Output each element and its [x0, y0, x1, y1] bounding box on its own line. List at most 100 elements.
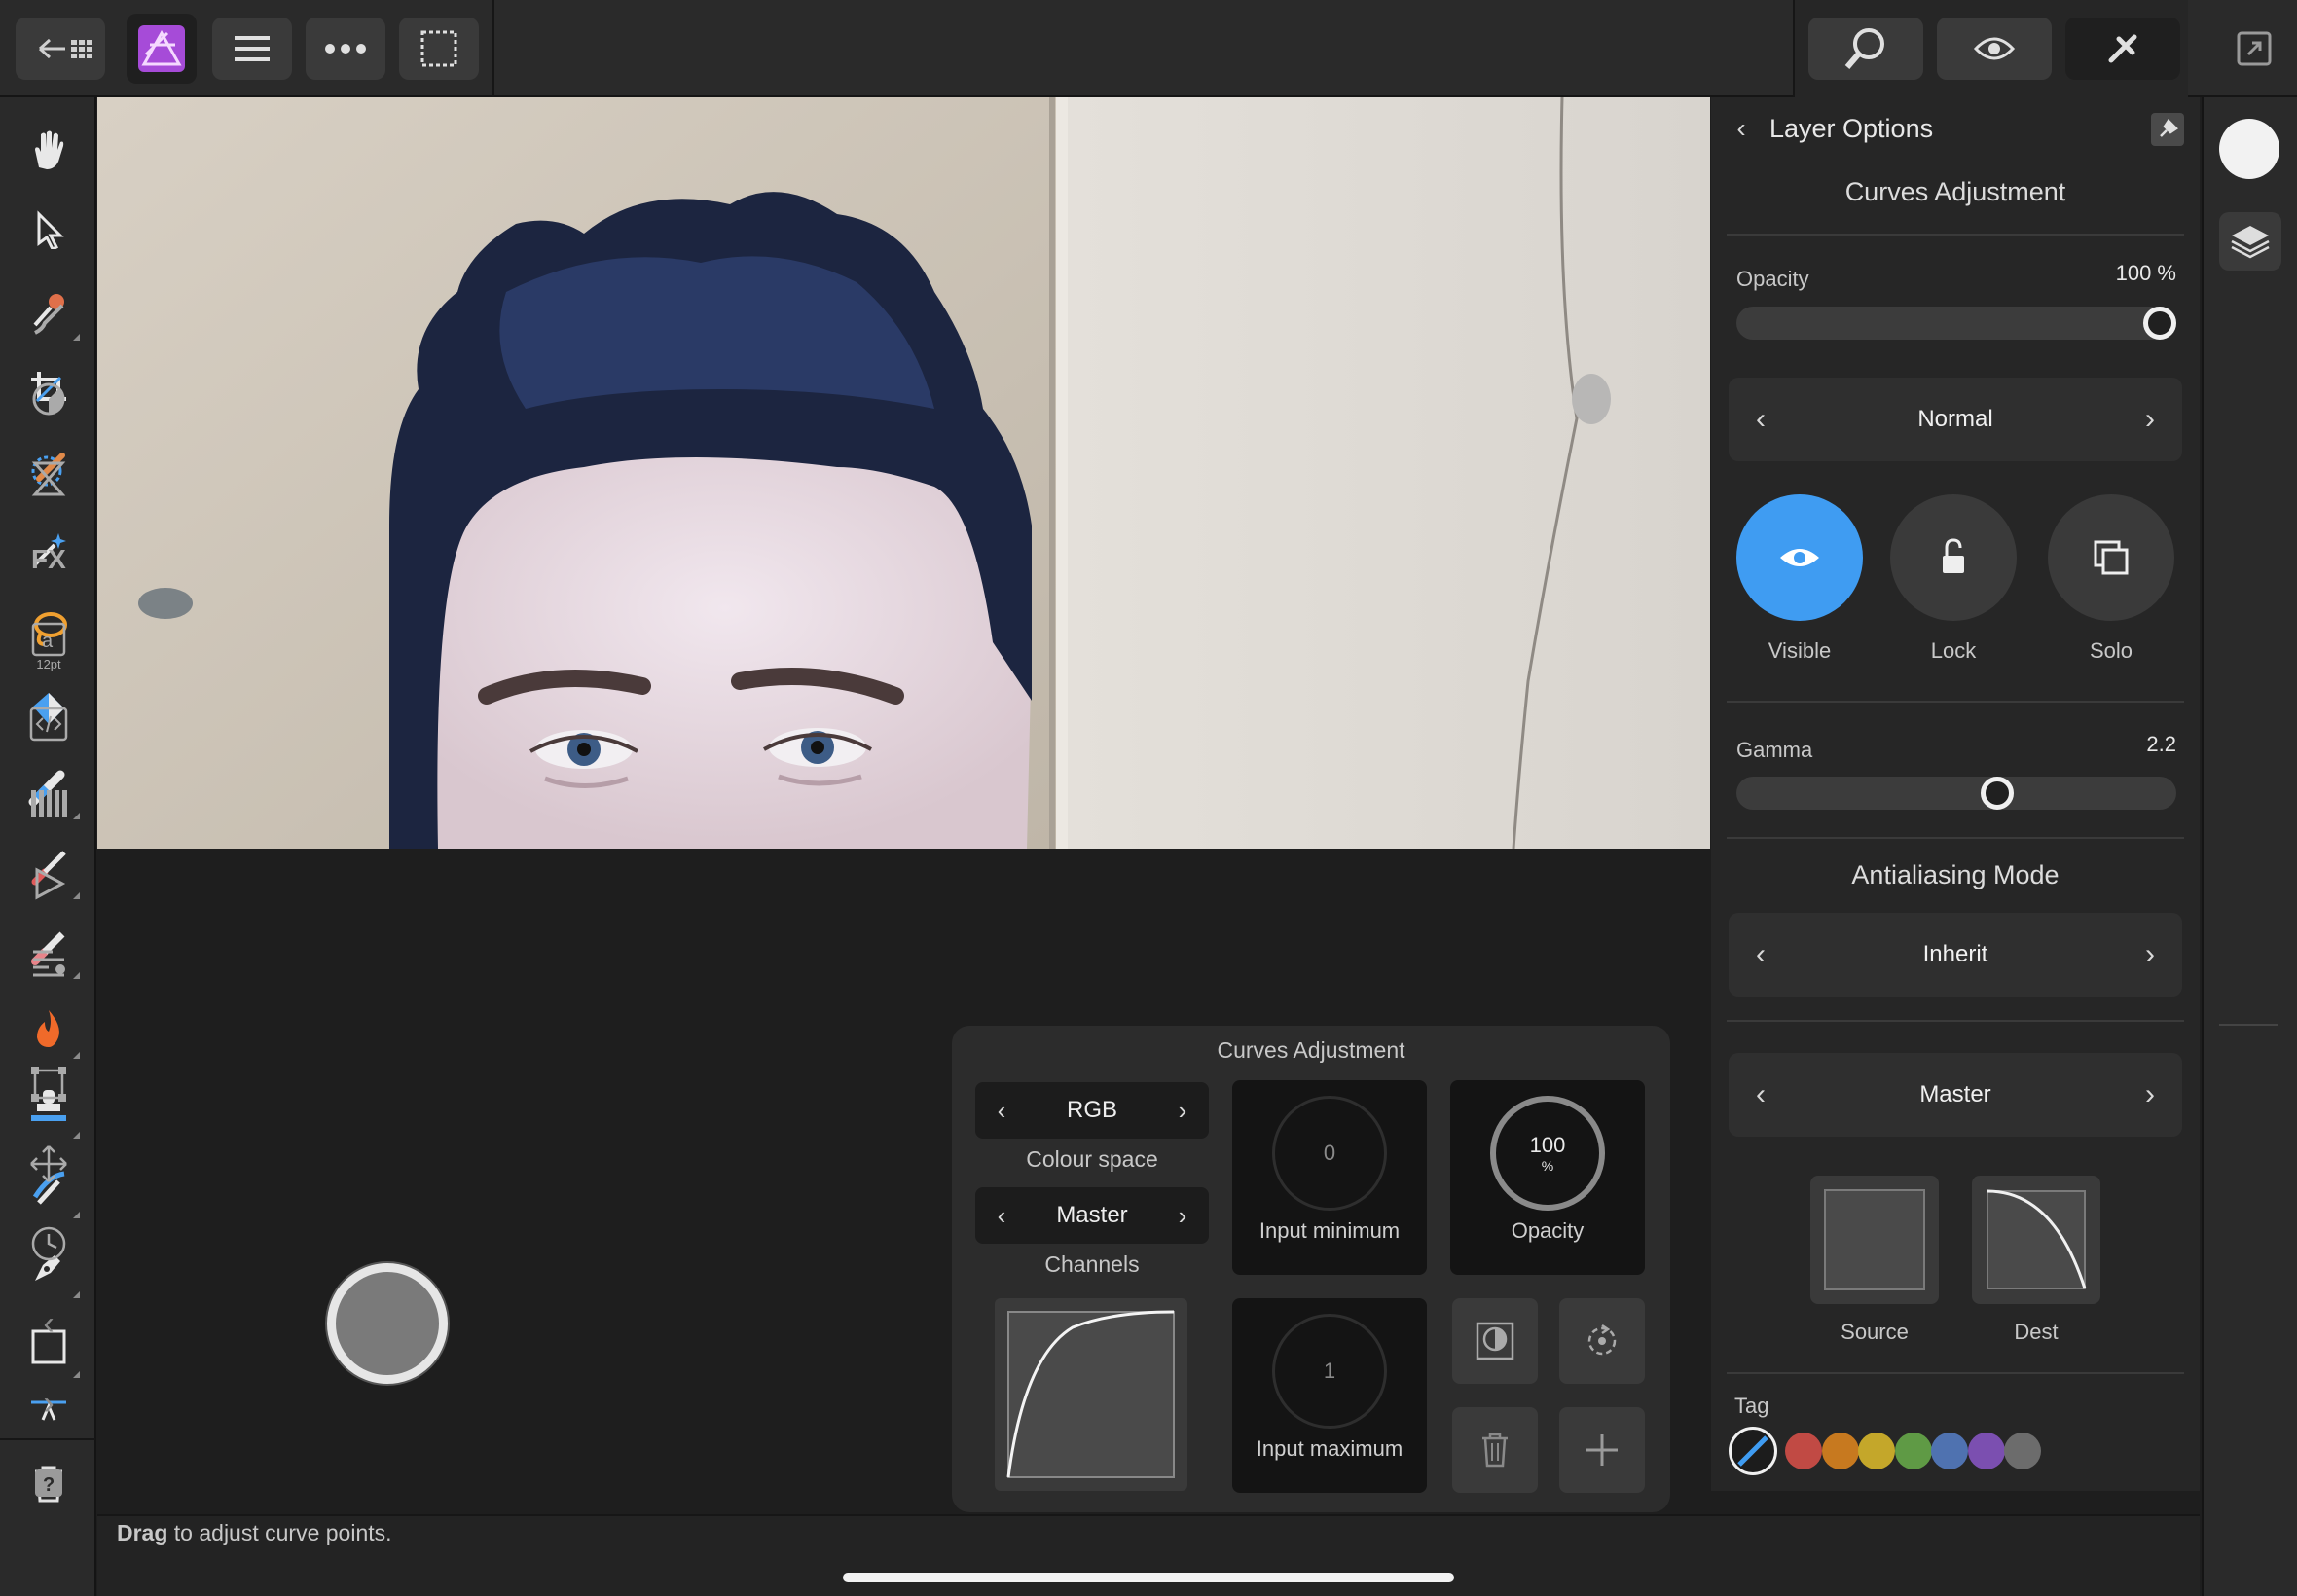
tool-hand[interactable] [19, 121, 78, 179]
chevron-right-icon[interactable]: › [2135, 403, 2165, 436]
back-to-gallery-button[interactable] [16, 18, 105, 80]
popover-opacity-value: 100 [1529, 1133, 1566, 1157]
toolbar-divider [492, 0, 494, 97]
more-button[interactable] [306, 18, 385, 80]
antialiasing-value: Inherit [1922, 941, 1988, 967]
navigator-studio-button[interactable] [19, 854, 78, 913]
magnifier-icon [1844, 28, 1884, 69]
help-button[interactable]: ? [19, 1454, 78, 1512]
collapse-right-button[interactable]: › [19, 1374, 78, 1433]
strip-divider [2219, 1024, 2278, 1026]
chevron-left-icon: ‹ [43, 1304, 55, 1342]
visible-toggle[interactable] [1736, 494, 1863, 621]
opacity-slider[interactable] [1736, 307, 2176, 340]
chevron-right-icon[interactable]: › [1168, 1201, 1197, 1231]
transform-studio-button[interactable] [19, 1055, 78, 1113]
fx-icon: FX [31, 544, 66, 574]
chevron-right-icon[interactable]: › [2135, 938, 2165, 971]
chevron-left-icon[interactable]: ‹ [987, 1096, 1016, 1126]
chevron-left-icon[interactable]: ‹ [987, 1201, 1016, 1231]
input-minimum-control[interactable]: 0 Input minimum [1232, 1080, 1427, 1275]
popover-opacity-dial[interactable]: 100 % [1490, 1096, 1605, 1211]
source-range-button[interactable] [1810, 1176, 1939, 1304]
tag-color-swatch[interactable] [1931, 1433, 1968, 1469]
tag-label: Tag [1734, 1394, 1769, 1418]
layers-studio-button[interactable] [2219, 212, 2281, 271]
studio-strip [2202, 97, 2297, 1596]
chevron-left-icon[interactable]: ‹ [1746, 1078, 1775, 1111]
move-studio-button[interactable] [19, 1135, 78, 1193]
flame-icon [37, 1010, 59, 1047]
input-maximum-dial[interactable]: 1 [1272, 1314, 1387, 1429]
tag-color-swatch[interactable] [1967, 1433, 2005, 1469]
history-scrubber-button[interactable] [19, 1215, 78, 1273]
hand-icon [35, 130, 64, 169]
chevron-left-icon[interactable]: ‹ [1746, 938, 1775, 971]
text-styles-studio-button[interactable]: a 12pt [19, 609, 78, 683]
gamma-slider[interactable] [1736, 777, 2176, 810]
colour-space-stepper[interactable]: ‹ RGB › [975, 1082, 1209, 1139]
picker-button[interactable] [1452, 1298, 1538, 1384]
picker-icon [1476, 1322, 1514, 1360]
channels-stepper[interactable]: ‹ Master › [975, 1187, 1209, 1244]
solo-toggle[interactable] [2048, 494, 2174, 621]
document-menu-button[interactable] [212, 18, 292, 80]
antialiasing-stepper[interactable]: ‹ Inherit › [1729, 913, 2182, 997]
back-grid-icon [38, 38, 92, 59]
curve-graph[interactable] [995, 1298, 1187, 1491]
brushes-studio-button[interactable] [19, 290, 78, 348]
channels-label: Channels [1044, 1251, 1140, 1277]
pin-panel-button[interactable] [2151, 113, 2184, 146]
tag-color-swatch[interactable] [2004, 1433, 2041, 1469]
text-style-icon: a [31, 622, 66, 656]
tag-color-swatch[interactable] [1858, 1433, 1895, 1469]
tag-color-swatch[interactable] [1821, 1433, 1859, 1469]
chevron-right-icon[interactable]: › [2135, 1078, 2165, 1111]
opacity-slider-thumb[interactable] [2143, 307, 2176, 340]
dest-range-button[interactable] [1972, 1176, 2100, 1304]
solo-label: Solo [2089, 638, 2133, 663]
popover-opacity-control[interactable]: 100 % Opacity [1450, 1080, 1645, 1275]
reset-icon [1587, 1324, 1617, 1356]
add-point-button[interactable] [1559, 1407, 1645, 1493]
channel-stepper[interactable]: ‹ Master › [1729, 1053, 2182, 1137]
chevron-right-icon[interactable]: › [1168, 1096, 1197, 1126]
channels-studio-button[interactable] [19, 775, 78, 833]
gamma-value: 2.2 [2146, 732, 2176, 756]
input-minimum-dial[interactable]: 0 [1272, 1096, 1387, 1211]
adjustments-studio-button[interactable] [19, 370, 78, 428]
view-mode-button[interactable] [1937, 18, 2052, 80]
chevron-left-icon[interactable]: ‹ [1746, 403, 1775, 436]
gamma-slider-thumb[interactable] [1981, 777, 2014, 810]
reset-button[interactable] [1559, 1298, 1645, 1384]
colour-studio-swatch[interactable] [2219, 119, 2279, 179]
photo-persona-button[interactable] [127, 14, 197, 84]
clock-icon [31, 1226, 66, 1261]
delete-point-button[interactable] [1452, 1407, 1538, 1493]
assistant-button[interactable] [2065, 18, 2180, 80]
layer-options-back[interactable]: ‹ Layer Options [1727, 111, 1980, 146]
tool-move[interactable] [19, 200, 78, 259]
macro-studio-button[interactable] [19, 695, 78, 753]
opacity-label: Opacity [1736, 267, 1809, 291]
fullscreen-button[interactable] [2235, 29, 2274, 68]
svg-text:a: a [42, 631, 54, 652]
text-size-label: 12pt [36, 656, 61, 671]
tag-color-swatch[interactable] [1785, 1433, 1822, 1469]
popover-title: Curves Adjustment [1217, 1037, 1405, 1063]
lock-toggle[interactable] [1890, 494, 2017, 621]
tool-dodge-burn[interactable] [19, 998, 80, 1059]
canvas-image[interactable] [97, 97, 1710, 849]
portrait-photo [97, 97, 1710, 849]
blend-mode-stepper[interactable]: ‹ Normal › [1729, 378, 2182, 461]
selection-button[interactable] [399, 18, 479, 80]
tag-color-swatch[interactable] [1894, 1433, 1932, 1469]
history-studio-button[interactable] [19, 450, 78, 508]
tag-none-swatch[interactable] [1729, 1427, 1777, 1475]
zoom-button[interactable] [1808, 18, 1923, 80]
input-maximum-control[interactable]: 1 Input maximum [1232, 1298, 1427, 1493]
info-studio-button[interactable] [19, 934, 78, 993]
curve-plot [1006, 1310, 1175, 1478]
fx-studio-button[interactable]: FX [19, 529, 78, 588]
collapse-left-button[interactable]: ‹ [19, 1294, 78, 1353]
